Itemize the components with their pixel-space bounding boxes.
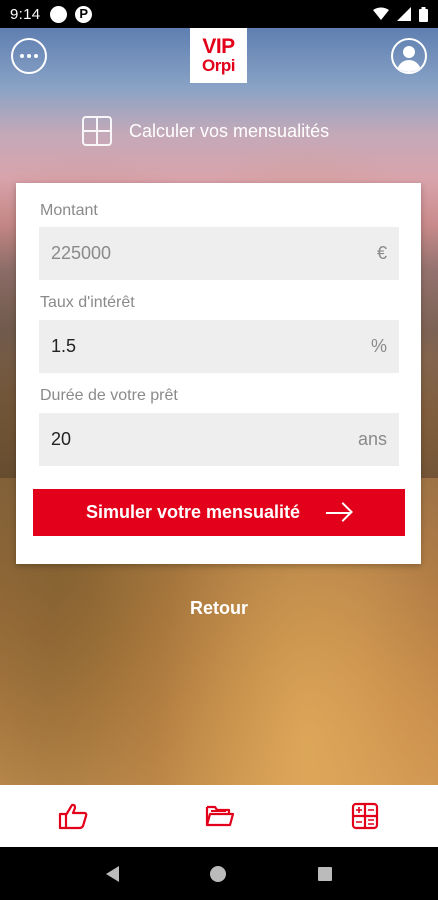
rate-field[interactable]: 1.5 % (39, 320, 399, 373)
wifi-icon (373, 7, 389, 20)
status-time: 9:14 (10, 5, 41, 23)
vip-orpi-logo: VIP Orpi (190, 28, 247, 83)
app-notification-icon (75, 5, 93, 23)
battery-icon (419, 6, 428, 22)
user-icon-head (403, 46, 415, 58)
duration-value: 20 (51, 429, 72, 449)
system-nav-bar (0, 847, 438, 900)
duration-field[interactable]: 20 ans (39, 413, 399, 466)
folder-icon (205, 805, 234, 827)
calculator-title-text: Calculer vos mensualités (129, 120, 330, 141)
tab-favorites[interactable] (43, 791, 103, 841)
amount-label: Montant (40, 202, 98, 219)
simulate-button[interactable]: Simuler votre mensualité (33, 489, 405, 536)
tab-calculator[interactable] (335, 791, 395, 841)
back-link[interactable]: Retour (0, 598, 438, 619)
simulate-button-label: Simuler votre mensualité (85, 502, 301, 522)
rate-value: 1.5 (51, 336, 77, 356)
menu-button[interactable] (11, 38, 47, 74)
notification-icon (50, 5, 68, 23)
more-dot (20, 54, 24, 58)
logo-line1: VIP (202, 34, 235, 58)
calculator-icon (351, 802, 379, 830)
more-dot (27, 54, 31, 58)
logo-line2: Orpi (202, 55, 235, 75)
tab-folders[interactable] (189, 791, 249, 841)
amount-value: 225000 (51, 243, 112, 263)
bottom-tab-bar (0, 785, 438, 847)
home-icon[interactable] (210, 865, 227, 882)
more-dot (34, 54, 38, 58)
amount-field[interactable]: 225000 € (39, 227, 399, 280)
user-icon-body (397, 60, 421, 72)
back-icon[interactable] (105, 865, 119, 882)
rate-unit: % (370, 336, 387, 356)
duration-unit: ans (357, 429, 387, 449)
amount-unit: € (376, 243, 387, 263)
thumbs-up-icon (58, 803, 88, 830)
rate-label: Taux d'intérêt (40, 294, 135, 311)
duration-label: Durée de votre prêt (40, 387, 178, 404)
profile-button[interactable] (391, 38, 427, 74)
signal-icon (397, 7, 411, 21)
calculator-title: Calculer vos mensualités (82, 114, 329, 148)
loan-form-card: Montant 225000 € Taux d'intérêt 1.5 % Du… (16, 183, 421, 564)
status-bar: 9:14 (0, 0, 438, 28)
calculator-icon (82, 116, 112, 146)
recent-apps-icon[interactable] (318, 866, 333, 881)
arrow-right-icon (326, 503, 352, 523)
